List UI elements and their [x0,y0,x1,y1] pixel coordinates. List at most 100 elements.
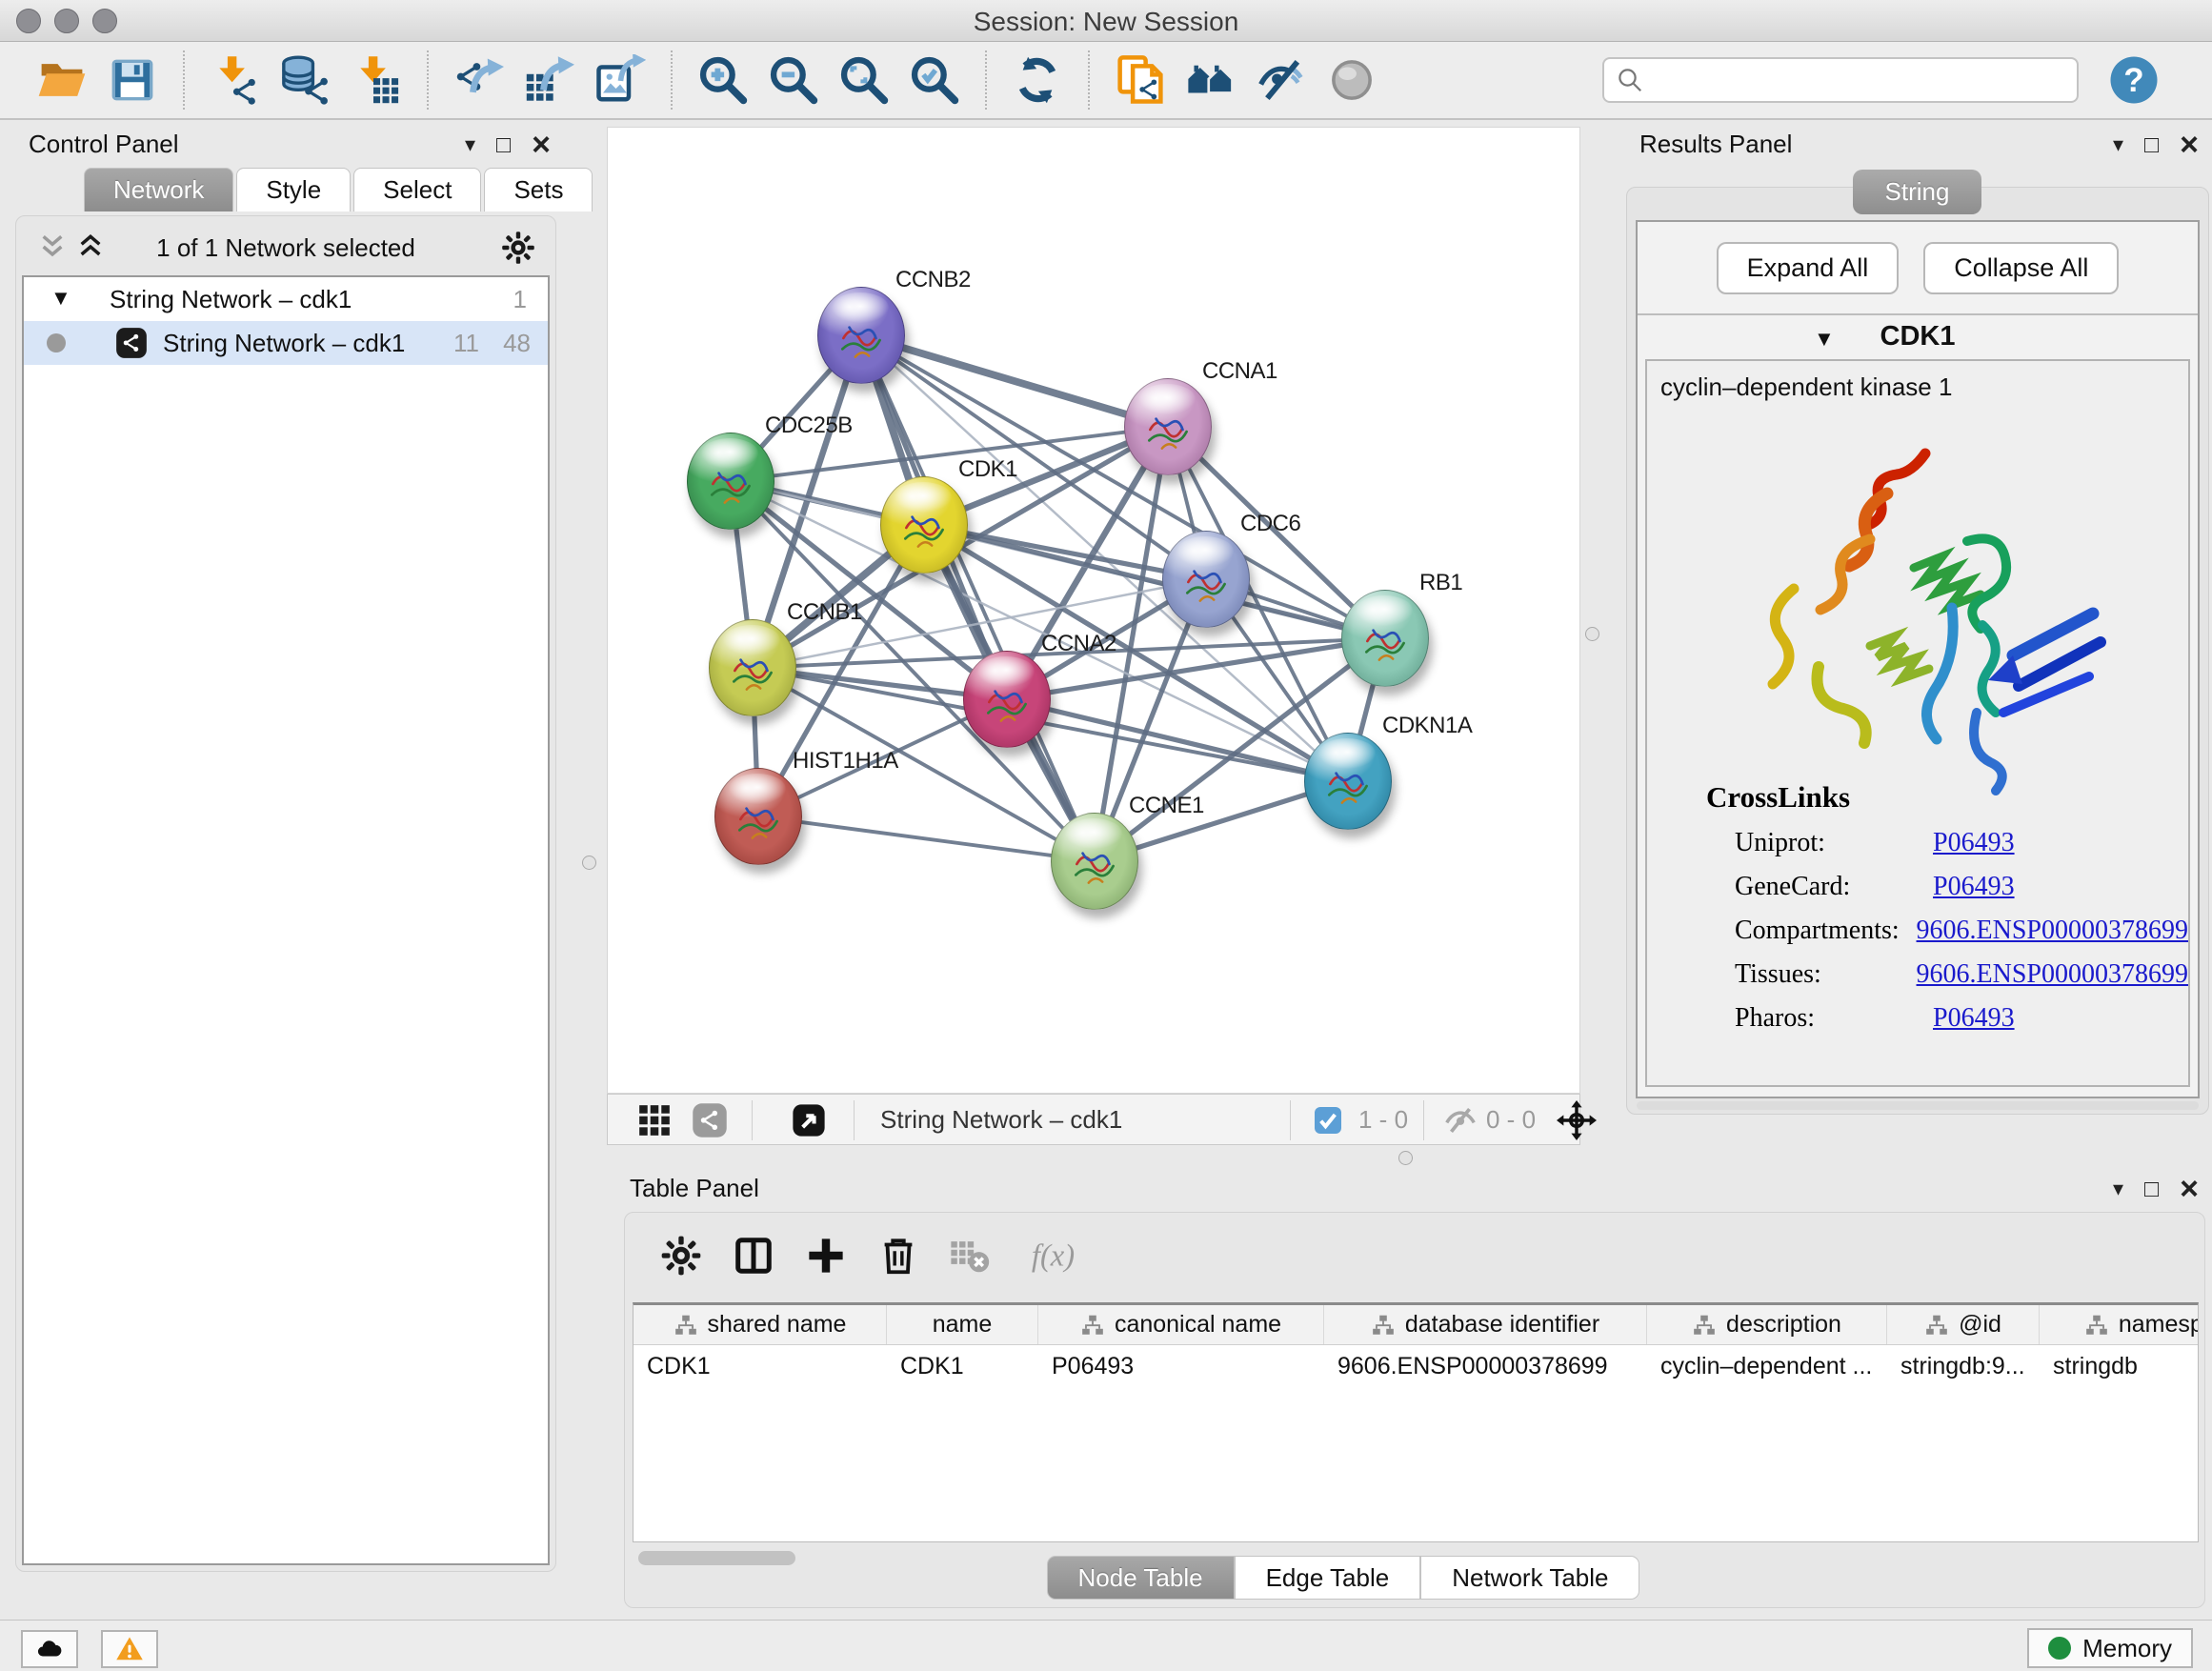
show-all-button[interactable] [1323,51,1380,109]
column-header-sharedname[interactable]: shared name [633,1305,887,1344]
table-settings-gear-icon[interactable] [659,1234,703,1278]
export-table-button[interactable] [521,51,578,109]
duplicate-network-button[interactable] [1112,51,1169,109]
export-network-button[interactable] [451,51,508,109]
apply-layout-button[interactable] [1009,51,1066,109]
network-row[interactable]: String Network – cdk1 11 48 [24,321,548,365]
network-node-cdc6[interactable] [1162,531,1250,628]
help-button[interactable]: ? [2107,53,2161,107]
zoom-fit-button[interactable] [835,51,893,109]
import-table-button[interactable] [348,51,405,109]
control-panel-float-icon[interactable]: ▾ [465,134,475,155]
table-panel-close-icon[interactable]: × [2180,1173,2199,1205]
tab-network-table[interactable]: Network Table [1420,1556,1639,1600]
network-node-ccna2[interactable] [963,651,1051,748]
table-row[interactable]: CDK1CDK1P064939606.ENSP00000378699cyclin… [633,1345,2198,1389]
tab-network[interactable]: Network [84,168,233,211]
save-session-button[interactable] [104,51,161,109]
table-cell[interactable]: P06493 [1038,1345,1324,1389]
network-node-cdc25b[interactable] [687,433,774,530]
collection-expander-icon[interactable]: ▼ [50,286,71,311]
network-node-rb1[interactable] [1341,590,1429,687]
crosslink-link[interactable]: P06493 [1933,1003,2015,1034]
results-panel-float-icon[interactable]: ▾ [2113,134,2123,155]
network-node-ccnb1[interactable] [709,619,796,716]
protein-name: CDK1 [1638,321,2198,352]
pan-crosshair-icon[interactable] [1557,1100,1597,1140]
network-options-gear-icon[interactable] [500,230,536,266]
import-network-file-button[interactable] [207,51,264,109]
table-cell[interactable]: CDK1 [887,1345,1038,1389]
first-neighbors-button[interactable] [1182,51,1239,109]
zoom-selected-button[interactable] [906,51,963,109]
crosslink-link[interactable]: 9606.ENSP00000378699 [1917,959,2188,990]
network-node-ccna1[interactable] [1124,378,1212,475]
column-header-canonicalname[interactable]: canonical name [1038,1305,1324,1344]
control-panel-close-icon[interactable]: × [532,129,551,161]
table-cell[interactable]: CDK1 [633,1345,887,1389]
tab-select[interactable]: Select [353,168,481,211]
show-columns-icon[interactable] [732,1234,775,1278]
column-header-databaseidentifier[interactable]: database identifier [1324,1305,1647,1344]
column-header-description[interactable]: description [1647,1305,1887,1344]
open-session-button[interactable] [33,51,90,109]
tab-style[interactable]: Style [236,168,351,211]
main-toolbar: ? [0,42,2212,120]
collapse-all-button[interactable]: Collapse All [1923,242,2119,294]
tab-string[interactable]: String [1622,170,2212,214]
export-image-button[interactable] [592,51,649,109]
column-header-id[interactable]: @id [1887,1305,2040,1344]
crosslink-link[interactable]: 9606.ENSP00000378699 [1917,916,2188,946]
memory-button[interactable]: Memory [2027,1628,2193,1668]
network-node-cdk1[interactable] [880,476,968,574]
cloud-status-button[interactable] [21,1630,78,1668]
search-field[interactable] [1654,66,2065,95]
table-cell[interactable]: stringdb [2040,1345,2199,1389]
crosslink-link[interactable]: P06493 [1933,872,2015,902]
zoom-out-button[interactable] [765,51,822,109]
grid-mode-icon[interactable] [636,1102,673,1138]
tab-edge-table[interactable]: Edge Table [1235,1556,1421,1600]
column-label: name [933,1311,993,1339]
column-tree-icon [1080,1313,1105,1338]
search-input[interactable] [1602,57,2079,103]
bottom-splitter-handle[interactable] [1398,1151,1413,1165]
zoom-in-button[interactable] [694,51,752,109]
results-panel-close-icon[interactable]: × [2180,129,2199,161]
results-panel-maximize-icon[interactable]: □ [2144,133,2159,157]
tab-sets[interactable]: Sets [484,168,593,211]
table-cell[interactable]: cyclin–dependent ... [1647,1345,1887,1389]
network-node-hist1h1a[interactable] [714,768,802,865]
network-view-toolbar: String Network – cdk1 1 - 0 0 - 0 [607,1094,1580,1145]
expand-all-button[interactable]: Expand All [1717,242,1900,294]
title-bar: Session: New Session [0,0,2212,42]
network-node-ccnb2[interactable] [817,287,905,384]
control-panel-maximize-icon[interactable]: □ [496,133,511,157]
tab-node-table[interactable]: Node Table [1047,1556,1235,1600]
table-panel-maximize-icon[interactable]: □ [2144,1178,2159,1201]
warnings-button[interactable] [101,1630,158,1668]
hidden-eye-icon[interactable] [1442,1102,1478,1138]
network-canvas[interactable]: CCNB2 CCNA1 CDC25B CDK1 CDC6 RB1 CCNB1 C… [607,127,1580,1094]
selected-checkbox-icon[interactable] [1313,1105,1343,1136]
node-table[interactable]: shared name name canonical namedatabase id… [633,1302,2199,1542]
column-header-name[interactable]: name [887,1305,1038,1344]
network-node-cdkn1a[interactable] [1304,733,1392,830]
import-network-database-button[interactable] [277,51,334,109]
crosslink-link[interactable]: P06493 [1933,828,2015,858]
hide-selected-button[interactable] [1253,51,1310,109]
delete-column-icon[interactable] [876,1234,920,1278]
left-splitter-handle[interactable] [582,856,596,870]
table-cell[interactable]: stringdb:9... [1887,1345,2040,1389]
svg-text:f(x): f(x) [1032,1239,1075,1274]
birds-eye-view-icon[interactable] [791,1102,827,1138]
right-splitter-handle[interactable] [1585,627,1599,641]
network-node-ccne1[interactable] [1051,813,1138,910]
protein-section-header[interactable]: ▼ CDK1 [1638,313,2198,359]
add-column-icon[interactable] [804,1234,848,1278]
table-cell[interactable]: 9606.ENSP00000378699 [1324,1345,1647,1389]
column-header-namespace[interactable]: namespace [2040,1305,2199,1344]
results-scrollbar[interactable] [1637,1101,2199,1110]
table-panel-float-icon[interactable]: ▾ [2113,1178,2123,1199]
network-collection-row[interactable]: ▼ String Network – cdk1 1 [24,277,548,321]
